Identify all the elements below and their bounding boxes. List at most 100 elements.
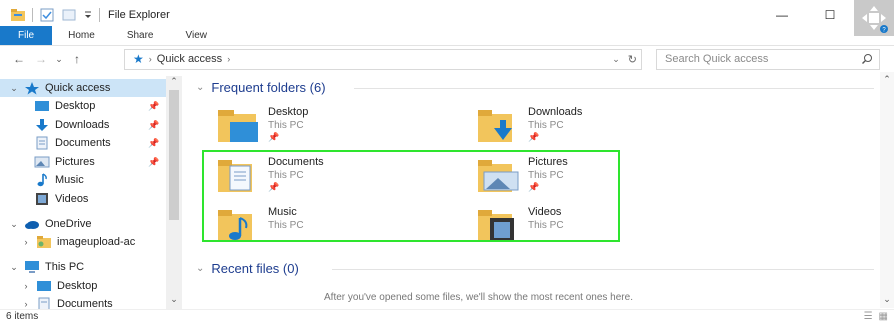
computer-icon — [24, 260, 40, 274]
sidebar-item-label: Desktop — [57, 280, 98, 292]
frequent-folders-header[interactable]: ⌄ Frequent folders (6) — [196, 80, 326, 95]
expand-chevron-icon[interactable]: › — [20, 281, 32, 291]
sidebar-item-downloads[interactable]: Downloads — [30, 116, 109, 134]
breadcrumb-quick-access[interactable]: Quick access — [157, 53, 222, 65]
folder-tile-downloads[interactable]: Downloads This PC 📌 — [476, 104, 676, 148]
ribbon-tabs: File Home Share View — [0, 26, 894, 46]
sidebar-item-this-pc[interactable]: ⌄ This PC — [8, 258, 84, 276]
back-button[interactable]: ← — [8, 52, 30, 66]
scroll-up-arrow-icon[interactable]: ⌃ — [166, 76, 182, 87]
pin-icon[interactable]: 📌 — [268, 132, 279, 143]
new-folder-icon[interactable] — [61, 8, 77, 22]
folder-location: This PC — [268, 120, 304, 131]
pin-icon[interactable]: 📌 — [528, 132, 539, 143]
window-title: File Explorer — [108, 9, 170, 21]
sidebar-item-label: Downloads — [55, 119, 110, 131]
star-icon — [24, 81, 40, 95]
sidebar-item-label: Pictures — [55, 156, 95, 168]
details-view-icon[interactable]: ☰ — [864, 311, 873, 322]
group-header-label: Recent files (0) — [211, 261, 299, 276]
tab-file[interactable]: File — [0, 26, 53, 45]
sidebar-item-imageupload[interactable]: › imageupload-ac — [20, 233, 135, 251]
folder-icon — [36, 235, 52, 249]
collapse-chevron-icon[interactable]: ⌄ — [8, 219, 20, 230]
desktop-folder-icon — [34, 99, 50, 113]
breadcrumb-separator: › — [148, 54, 152, 64]
group-collapse-chevron-icon[interactable]: ⌄ — [196, 82, 204, 93]
recent-files-header[interactable]: ⌄ Recent files (0) — [196, 261, 299, 276]
breadcrumb-separator: › — [227, 54, 231, 64]
desktop-folder-icon — [36, 279, 52, 293]
quick-access-star-icon: ★ — [133, 52, 144, 66]
tab-view[interactable]: View — [170, 26, 224, 45]
scrollbar-thumb[interactable] — [169, 90, 179, 220]
up-button[interactable]: ↑ — [66, 52, 88, 66]
pictures-icon — [34, 155, 50, 169]
sidebar-item-videos[interactable]: Videos — [30, 190, 88, 208]
scroll-up-arrow-icon[interactable]: ⌃ — [880, 74, 894, 85]
collapse-chevron-icon[interactable]: ⌄ — [8, 83, 20, 94]
recent-files-empty-message: After you've opened some files, we'll sh… — [324, 292, 633, 303]
pin-icon[interactable]: 📌 — [148, 138, 159, 149]
properties-icon[interactable] — [39, 8, 55, 22]
view-buttons: ☰ ▦ — [864, 311, 888, 322]
tab-share[interactable]: Share — [111, 26, 170, 45]
address-bar-row: ← → ⌄ ↑ ★ › Quick access › ⌄ ↻ Search Qu… — [0, 47, 894, 71]
folder-name: Desktop — [268, 106, 309, 118]
sidebar-item-label: This PC — [45, 261, 85, 273]
folder-tile-desktop[interactable]: Desktop This PC 📌 — [216, 104, 416, 148]
desktop-folder-icon — [216, 106, 260, 144]
large-icons-view-icon[interactable]: ▦ — [879, 311, 888, 322]
pin-icon[interactable]: 📌 — [148, 120, 159, 131]
search-icon[interactable] — [861, 53, 873, 68]
sidebar-item-documents[interactable]: Documents — [30, 134, 111, 152]
videos-icon — [34, 192, 50, 206]
search-input[interactable]: Search Quick access — [656, 48, 880, 70]
tab-home[interactable]: Home — [52, 26, 111, 45]
item-count: 6 items — [6, 311, 39, 322]
expand-chevron-icon[interactable]: › — [20, 299, 32, 309]
collapse-chevron-icon[interactable]: ⌄ — [8, 262, 20, 273]
content-scrollbar[interactable]: ⌃ ⌄ — [880, 72, 894, 308]
download-arrow-icon — [34, 118, 50, 132]
recent-locations-chevron-icon[interactable]: ⌄ — [52, 54, 66, 65]
document-icon — [36, 297, 52, 309]
scroll-down-arrow-icon[interactable]: ⌄ — [166, 294, 182, 305]
group-divider — [354, 88, 874, 89]
status-bar: 6 items ☰ ▦ — [0, 309, 894, 323]
sidebar-item-label: Music — [55, 174, 84, 186]
forward-button[interactable]: → — [30, 52, 52, 66]
pin-icon[interactable]: 📌 — [148, 157, 159, 168]
sidebar-item-onedrive[interactable]: ⌄ OneDrive — [8, 215, 91, 233]
navigation-pane: ⌄ Quick access Desktop 📌 Downloads 📌 Doc… — [0, 76, 182, 309]
folder-name: Downloads — [528, 106, 583, 118]
sidebar-item-label: Documents — [55, 137, 111, 149]
customize-toolbar-chevron-icon[interactable] — [83, 8, 93, 22]
toolbar-separator — [32, 8, 33, 22]
explorer-app-icon[interactable] — [10, 8, 26, 22]
address-tools: ⌄ ↻ — [612, 50, 637, 69]
sidebar-item-music[interactable]: Music — [30, 171, 84, 189]
refresh-icon[interactable]: ↻ — [628, 53, 637, 66]
address-field[interactable]: ★ › Quick access › ⌄ ↻ — [124, 48, 642, 70]
highlight-annotation-box — [202, 150, 620, 242]
address-dropdown-chevron-icon[interactable]: ⌄ — [612, 54, 620, 65]
sidebar-item-label: Documents — [57, 298, 113, 309]
sidebar-item-pc-documents[interactable]: › Documents — [20, 295, 113, 309]
cloud-icon — [24, 217, 40, 231]
navigation-scrollbar[interactable]: ⌃ ⌄ — [166, 76, 182, 309]
expand-chevron-icon[interactable]: › — [20, 237, 32, 247]
scroll-down-arrow-icon[interactable]: ⌄ — [880, 294, 894, 305]
sidebar-item-label: Quick access — [45, 82, 111, 94]
sidebar-item-pictures[interactable]: Pictures — [30, 153, 95, 171]
group-header-label: Frequent folders (6) — [211, 80, 326, 95]
folder-location: This PC — [528, 120, 564, 131]
pin-icon[interactable]: 📌 — [148, 101, 159, 112]
sidebar-item-label: Videos — [55, 193, 89, 205]
sidebar-item-quick-access[interactable]: ⌄ Quick access — [0, 79, 166, 97]
document-icon — [34, 136, 50, 150]
sidebar-item-pc-desktop[interactable]: › Desktop — [20, 277, 98, 295]
sidebar-item-desktop[interactable]: Desktop — [30, 97, 95, 115]
group-divider — [332, 269, 874, 270]
group-collapse-chevron-icon[interactable]: ⌄ — [196, 263, 204, 274]
